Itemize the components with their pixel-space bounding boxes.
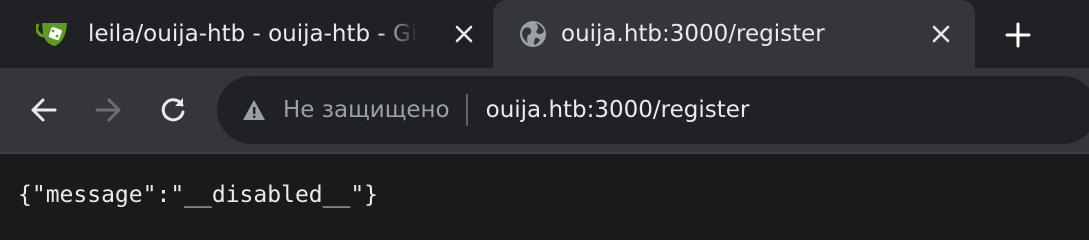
tab-title: ouija.htb:3000/register (561, 21, 825, 47)
warning-triangle-icon[interactable] (241, 97, 267, 123)
globe-icon (519, 20, 547, 48)
toolbar: Не защищено ouija.htb:3000/register (0, 68, 1089, 152)
close-tab-icon[interactable] (929, 22, 953, 46)
tab-gitea[interactable]: leila/ouija-htb - ouija-htb - Gitea: Git… (0, 0, 490, 68)
url-text[interactable]: ouija.htb:3000/register (486, 97, 750, 123)
reload-icon[interactable] (153, 90, 193, 130)
tab-title: leila/ouija-htb - ouija-htb - Gitea: Git… (88, 21, 418, 47)
tab-strip: leila/ouija-htb - ouija-htb - Gitea: Git… (0, 0, 1089, 68)
close-tab-icon[interactable] (452, 22, 476, 46)
back-arrow-icon[interactable] (24, 90, 64, 130)
page-content: {"message":"__disabled__"} (0, 152, 1089, 227)
gitea-icon (35, 19, 74, 49)
forward-arrow-icon (88, 90, 128, 130)
json-response-text: {"message":"__disabled__"} (18, 182, 379, 208)
new-tab-icon[interactable] (1004, 21, 1032, 49)
address-bar[interactable]: Не защищено ouija.htb:3000/register (217, 76, 1089, 144)
security-status[interactable]: Не защищено (283, 97, 450, 123)
divider (465, 94, 468, 126)
tab-register[interactable]: ouija.htb:3000/register (493, 0, 975, 68)
